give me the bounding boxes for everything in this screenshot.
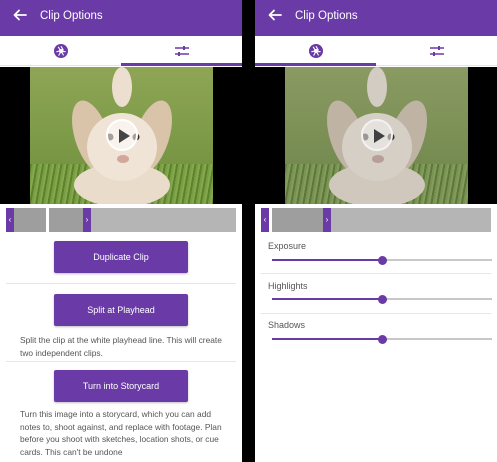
clip-options-screen-look: Clip Options ‹ › Exposure Highlights Sha… <box>255 0 497 462</box>
exposure-slider[interactable] <box>272 255 492 265</box>
clip-segment <box>272 208 323 232</box>
tab-adjust[interactable] <box>376 36 497 66</box>
slider-fill <box>272 338 382 340</box>
storycard-description: Turn this image into a storycard, which … <box>20 409 222 457</box>
play-icon <box>119 129 130 143</box>
highlights-label: Highlights <box>268 281 308 291</box>
divider <box>6 283 236 284</box>
divider <box>6 361 236 362</box>
page-title: Clip Options <box>295 10 358 22</box>
tab-bar <box>0 36 242 66</box>
clip-preview[interactable] <box>255 67 497 204</box>
shadows-slider[interactable] <box>272 334 492 344</box>
play-button[interactable] <box>361 119 393 151</box>
split-at-playhead-button[interactable]: Split at Playhead <box>54 294 188 326</box>
exposure-label: Exposure <box>268 241 307 251</box>
slider-thumb[interactable] <box>377 255 387 265</box>
arrow-left-icon[interactable] <box>265 7 285 27</box>
screenshot-divider <box>242 0 255 462</box>
tab-look[interactable] <box>255 36 376 66</box>
trim-handle-start[interactable]: ‹ <box>261 208 269 232</box>
trim-handle-end[interactable]: › <box>83 208 91 232</box>
tab-look[interactable] <box>0 36 121 66</box>
play-button[interactable] <box>106 119 138 151</box>
clip-segment <box>49 208 83 232</box>
aperture-icon <box>308 44 323 58</box>
slider-fill <box>272 298 382 300</box>
page-title: Clip Options <box>40 10 103 22</box>
app-bar: Clip Options <box>0 0 242 36</box>
split-description: Split the clip at the white playhead lin… <box>20 335 222 358</box>
slider-thumb[interactable] <box>377 334 387 344</box>
tab-selected-indicator <box>121 63 242 66</box>
tab-adjust[interactable] <box>121 36 242 66</box>
arrow-left-icon[interactable] <box>10 7 30 27</box>
sliders-icon <box>174 46 189 56</box>
slider-thumb[interactable] <box>377 294 387 304</box>
app-bar: Clip Options <box>255 0 497 36</box>
divider <box>261 313 491 314</box>
trim-handle-end[interactable]: › <box>323 208 331 232</box>
play-icon <box>374 129 385 143</box>
clip-options-screen-edit: Clip Options ‹ › Duplicate Clip Split at… <box>0 0 242 462</box>
tab-selected-indicator <box>255 63 376 66</box>
highlights-slider[interactable] <box>272 294 492 304</box>
aperture-icon <box>53 44 68 58</box>
clip-preview[interactable] <box>0 67 242 204</box>
divider <box>261 273 491 274</box>
slider-fill <box>272 259 382 261</box>
timeline-scrubber[interactable]: ‹ › <box>261 208 491 232</box>
duplicate-clip-button[interactable]: Duplicate Clip <box>54 241 188 273</box>
clip-thumbnail <box>285 67 468 204</box>
clip-thumbnail <box>30 67 213 204</box>
shadows-label: Shadows <box>268 320 306 330</box>
timeline-scrubber[interactable]: ‹ › <box>6 208 236 232</box>
tab-bar <box>255 36 497 66</box>
turn-into-storycard-button[interactable]: Turn into Storycard <box>54 370 188 402</box>
trim-handle-start[interactable]: ‹ <box>6 208 14 232</box>
clip-segment <box>14 208 46 232</box>
sliders-icon <box>429 46 444 56</box>
